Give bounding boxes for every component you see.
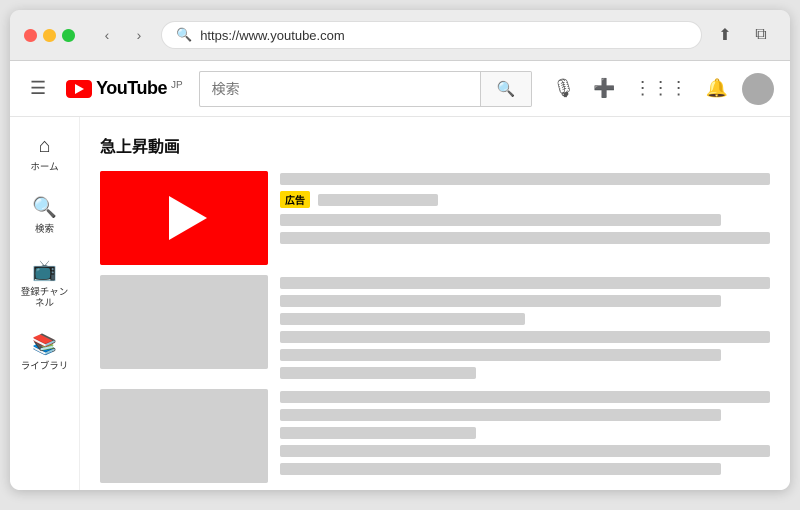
sidebar-item-home[interactable]: ⌂ ホーム xyxy=(14,125,75,181)
share-button[interactable]: ⬆ xyxy=(710,20,740,50)
video-item-1[interactable]: 広告 xyxy=(100,171,770,265)
sidebar: ⌂ ホーム 🔍 検索 📺 登録チャンネル 📚 ライブラリ xyxy=(10,117,80,490)
sidebar-label-home: ホーム xyxy=(30,162,58,173)
minimize-button[interactable] xyxy=(43,29,56,42)
video-thumbnail-1[interactable] xyxy=(100,171,268,265)
video-title-3c xyxy=(280,427,476,439)
video-title-2b xyxy=(280,295,721,307)
youtube-app: ☰ YouTube JP 🔍 🎙 ➕ ⋮⋮⋮ 🔔 xyxy=(10,61,790,490)
close-button[interactable] xyxy=(24,29,37,42)
video-thumbnail-3[interactable] xyxy=(100,389,268,483)
video-info-1: 広告 xyxy=(280,171,770,244)
video-desc-2c xyxy=(280,367,476,379)
video-desc-1 xyxy=(280,214,721,226)
create-button[interactable]: ➕ xyxy=(589,74,619,103)
video-item-3[interactable] xyxy=(100,389,770,483)
video-title-2a xyxy=(280,277,770,289)
youtube-logo-sub: JP xyxy=(171,80,183,91)
video-list: 広告 xyxy=(100,171,770,490)
menu-button[interactable]: ☰ xyxy=(26,74,50,103)
section-title: 急上昇動画 xyxy=(100,133,770,157)
subscriptions-icon: 📺 xyxy=(32,258,57,283)
notification-button[interactable]: 🔔 xyxy=(702,74,732,103)
sidebar-item-library[interactable]: 📚 ライブラリ xyxy=(14,322,75,380)
video-title-3a xyxy=(280,391,770,403)
sidebar-item-search[interactable]: 🔍 検索 xyxy=(14,185,75,243)
traffic-lights xyxy=(24,29,75,42)
sidebar-label-subscriptions: 登録チャンネル xyxy=(18,287,71,310)
apps-button[interactable]: ⋮⋮⋮ xyxy=(630,74,692,103)
video-desc-2a xyxy=(280,331,770,343)
content-area: 急上昇動画 広告 xyxy=(80,117,790,490)
video-desc-2b xyxy=(280,349,721,361)
nav-buttons: ‹ › xyxy=(93,21,153,49)
title-bar: ‹ › 🔍 ⬆ ⧉ xyxy=(10,10,790,61)
sidebar-item-subscriptions[interactable]: 📺 登録チャンネル xyxy=(14,248,75,318)
video-info-3 xyxy=(280,389,770,475)
mic-button[interactable]: 🎙 xyxy=(548,74,579,103)
avatar[interactable] xyxy=(742,73,774,105)
back-button[interactable]: ‹ xyxy=(93,21,121,49)
search-button[interactable]: 🔍 xyxy=(480,72,532,106)
play-icon xyxy=(169,196,207,240)
copy-button[interactable]: ⧉ xyxy=(746,20,776,50)
maximize-button[interactable] xyxy=(62,29,75,42)
sidebar-label-library: ライブラリ xyxy=(21,361,69,372)
ad-line: 広告 xyxy=(280,191,770,208)
home-icon: ⌂ xyxy=(38,135,50,158)
search-input[interactable] xyxy=(200,75,480,103)
video-title-line-1 xyxy=(280,173,770,185)
ad-badge: 広告 xyxy=(280,191,310,208)
video-item-2[interactable] xyxy=(100,275,770,379)
header-right: 🎙 ➕ ⋮⋮⋮ 🔔 xyxy=(548,73,774,105)
video-title-2c xyxy=(280,313,525,325)
library-icon: 📚 xyxy=(32,332,57,357)
toolbar-right: ⬆ ⧉ xyxy=(710,20,776,50)
video-thumbnail-2[interactable] xyxy=(100,275,268,369)
address-input[interactable] xyxy=(200,28,687,43)
youtube-logo-icon xyxy=(66,80,92,98)
video-desc-3a xyxy=(280,445,770,457)
youtube-header: ☰ YouTube JP 🔍 🎙 ➕ ⋮⋮⋮ 🔔 xyxy=(10,61,790,117)
sidebar-label-search: 検索 xyxy=(35,224,54,235)
ad-text xyxy=(318,194,438,206)
video-title-3b xyxy=(280,409,721,421)
video-desc-2 xyxy=(280,232,770,244)
youtube-logo[interactable]: YouTube JP xyxy=(66,78,183,99)
youtube-logo-text: YouTube xyxy=(96,78,167,99)
address-search-icon: 🔍 xyxy=(176,27,192,43)
youtube-main: ⌂ ホーム 🔍 検索 📺 登録チャンネル 📚 ライブラリ 急上昇動画 xyxy=(10,117,790,490)
forward-button[interactable]: › xyxy=(125,21,153,49)
video-desc-3b xyxy=(280,463,721,475)
youtube-play-icon xyxy=(75,84,84,94)
search-icon: 🔍 xyxy=(32,195,57,220)
browser-window: ‹ › 🔍 ⬆ ⧉ ☰ YouTube JP 🔍 xyxy=(10,10,790,490)
search-bar[interactable]: 🔍 xyxy=(199,71,533,107)
address-bar[interactable]: 🔍 xyxy=(161,21,702,49)
video-info-2 xyxy=(280,275,770,379)
